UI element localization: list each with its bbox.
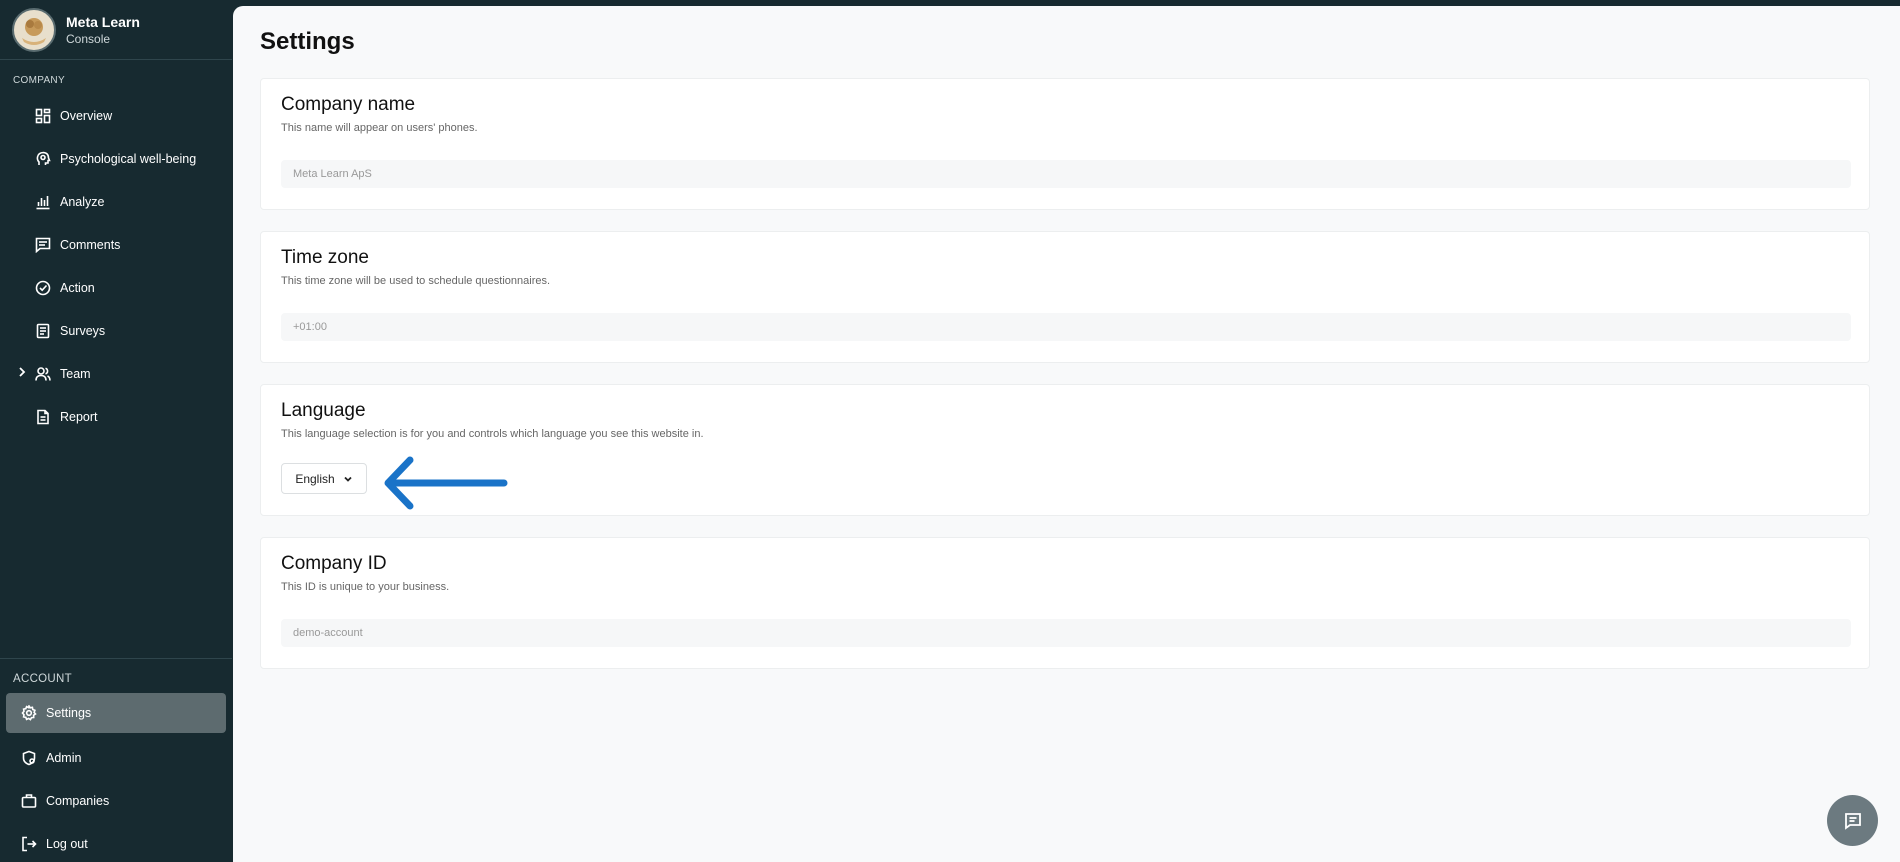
company-name-card: Company name This name will appear on us… [260, 78, 1870, 210]
brand-subtitle: Console [66, 31, 111, 46]
card-title: Time zone [281, 247, 369, 268]
language-selected-value: English [295, 471, 335, 486]
company-id-card: Company ID This ID is unique to your bus… [260, 537, 1870, 669]
card-title: Company ID [281, 553, 387, 574]
clipboard-icon [34, 322, 52, 340]
card-title: Language [281, 400, 366, 421]
head-icon [34, 150, 52, 168]
sidebar-item-label: Settings [46, 706, 92, 720]
sidebar-item-label: Surveys [60, 323, 106, 338]
account-divider [0, 658, 232, 659]
gear-icon [20, 704, 38, 722]
sidebar-item-report[interactable]: Report [0, 395, 232, 438]
sidebar-item-settings[interactable]: Settings [6, 693, 226, 733]
logout-icon [20, 835, 38, 853]
sidebar-item-label: Comments [60, 237, 121, 252]
sidebar-item-label: Team [60, 366, 91, 381]
card-description: This ID is unique to your business. [281, 581, 450, 593]
brand-header[interactable]: Meta Learn Console [0, 0, 232, 60]
company-section-title: COMPANY [13, 75, 65, 86]
sidebar-item-label: Action [60, 280, 95, 295]
sidebar: Meta Learn Console COMPANY Overview Psyc… [0, 0, 232, 862]
sidebar-item-label: Analyze [60, 194, 105, 209]
annotation-arrow [384, 456, 508, 510]
brand-name: Meta Learn [66, 13, 140, 30]
sidebar-item-companies[interactable]: Companies [6, 779, 226, 822]
sidebar-item-label: Admin [46, 750, 82, 765]
sidebar-item-label: Psychological well-being [60, 151, 197, 166]
brand-logo [12, 7, 56, 52]
card-description: This name will appear on users' phones. [281, 122, 478, 134]
sidebar-item-comments[interactable]: Comments [0, 223, 232, 266]
sidebar-item-label: Log out [46, 836, 88, 851]
time-zone-field: +01:00 [281, 313, 1851, 341]
chevron-right-icon[interactable] [16, 366, 28, 378]
document-icon [34, 408, 52, 426]
sidebar-item-log-out[interactable]: Log out [6, 822, 226, 862]
sidebar-item-action[interactable]: Action [0, 266, 232, 309]
sidebar-item-label: Overview [60, 108, 113, 123]
sidebar-item-team[interactable]: Team [0, 352, 232, 395]
sidebar-item-admin[interactable]: Admin [6, 736, 226, 779]
card-description: This time zone will be used to schedule … [281, 275, 551, 287]
time-zone-card: Time zone This time zone will be used to… [260, 231, 1870, 363]
comment-icon [34, 236, 52, 254]
shield-icon [20, 749, 38, 767]
card-description: This language selection is for you and c… [281, 428, 704, 440]
chat-icon [1844, 812, 1861, 830]
briefcase-icon [20, 792, 38, 810]
card-title: Company name [281, 94, 416, 115]
page-title: Settings [260, 28, 355, 55]
account-section-title: ACCOUNT [13, 673, 72, 685]
sidebar-item-label: Companies [46, 793, 110, 808]
sidebar-item-analyze[interactable]: Analyze [0, 180, 232, 223]
sidebar-item-psychological-well-being[interactable]: Psychological well-being [0, 137, 232, 180]
company-id-field: demo-account [281, 619, 1851, 647]
users-icon [34, 365, 52, 383]
main-content: Settings Company name This name will app… [233, 6, 1900, 862]
company-name-field: Meta Learn ApS [281, 160, 1851, 188]
chevron-down-icon [344, 476, 352, 482]
chat-button[interactable] [1827, 795, 1878, 846]
sidebar-item-overview[interactable]: Overview [0, 94, 232, 137]
sidebar-item-label: Report [60, 409, 98, 424]
dashboard-icon [34, 107, 52, 125]
bar-chart-icon [34, 193, 52, 211]
check-circle-icon [34, 279, 52, 297]
company-nav: Overview Psychological well-being Analyz… [0, 94, 232, 438]
sidebar-item-surveys[interactable]: Surveys [0, 309, 232, 352]
language-select[interactable]: English [281, 463, 367, 494]
account-nav: Settings Admin Companies Log out [0, 693, 232, 862]
